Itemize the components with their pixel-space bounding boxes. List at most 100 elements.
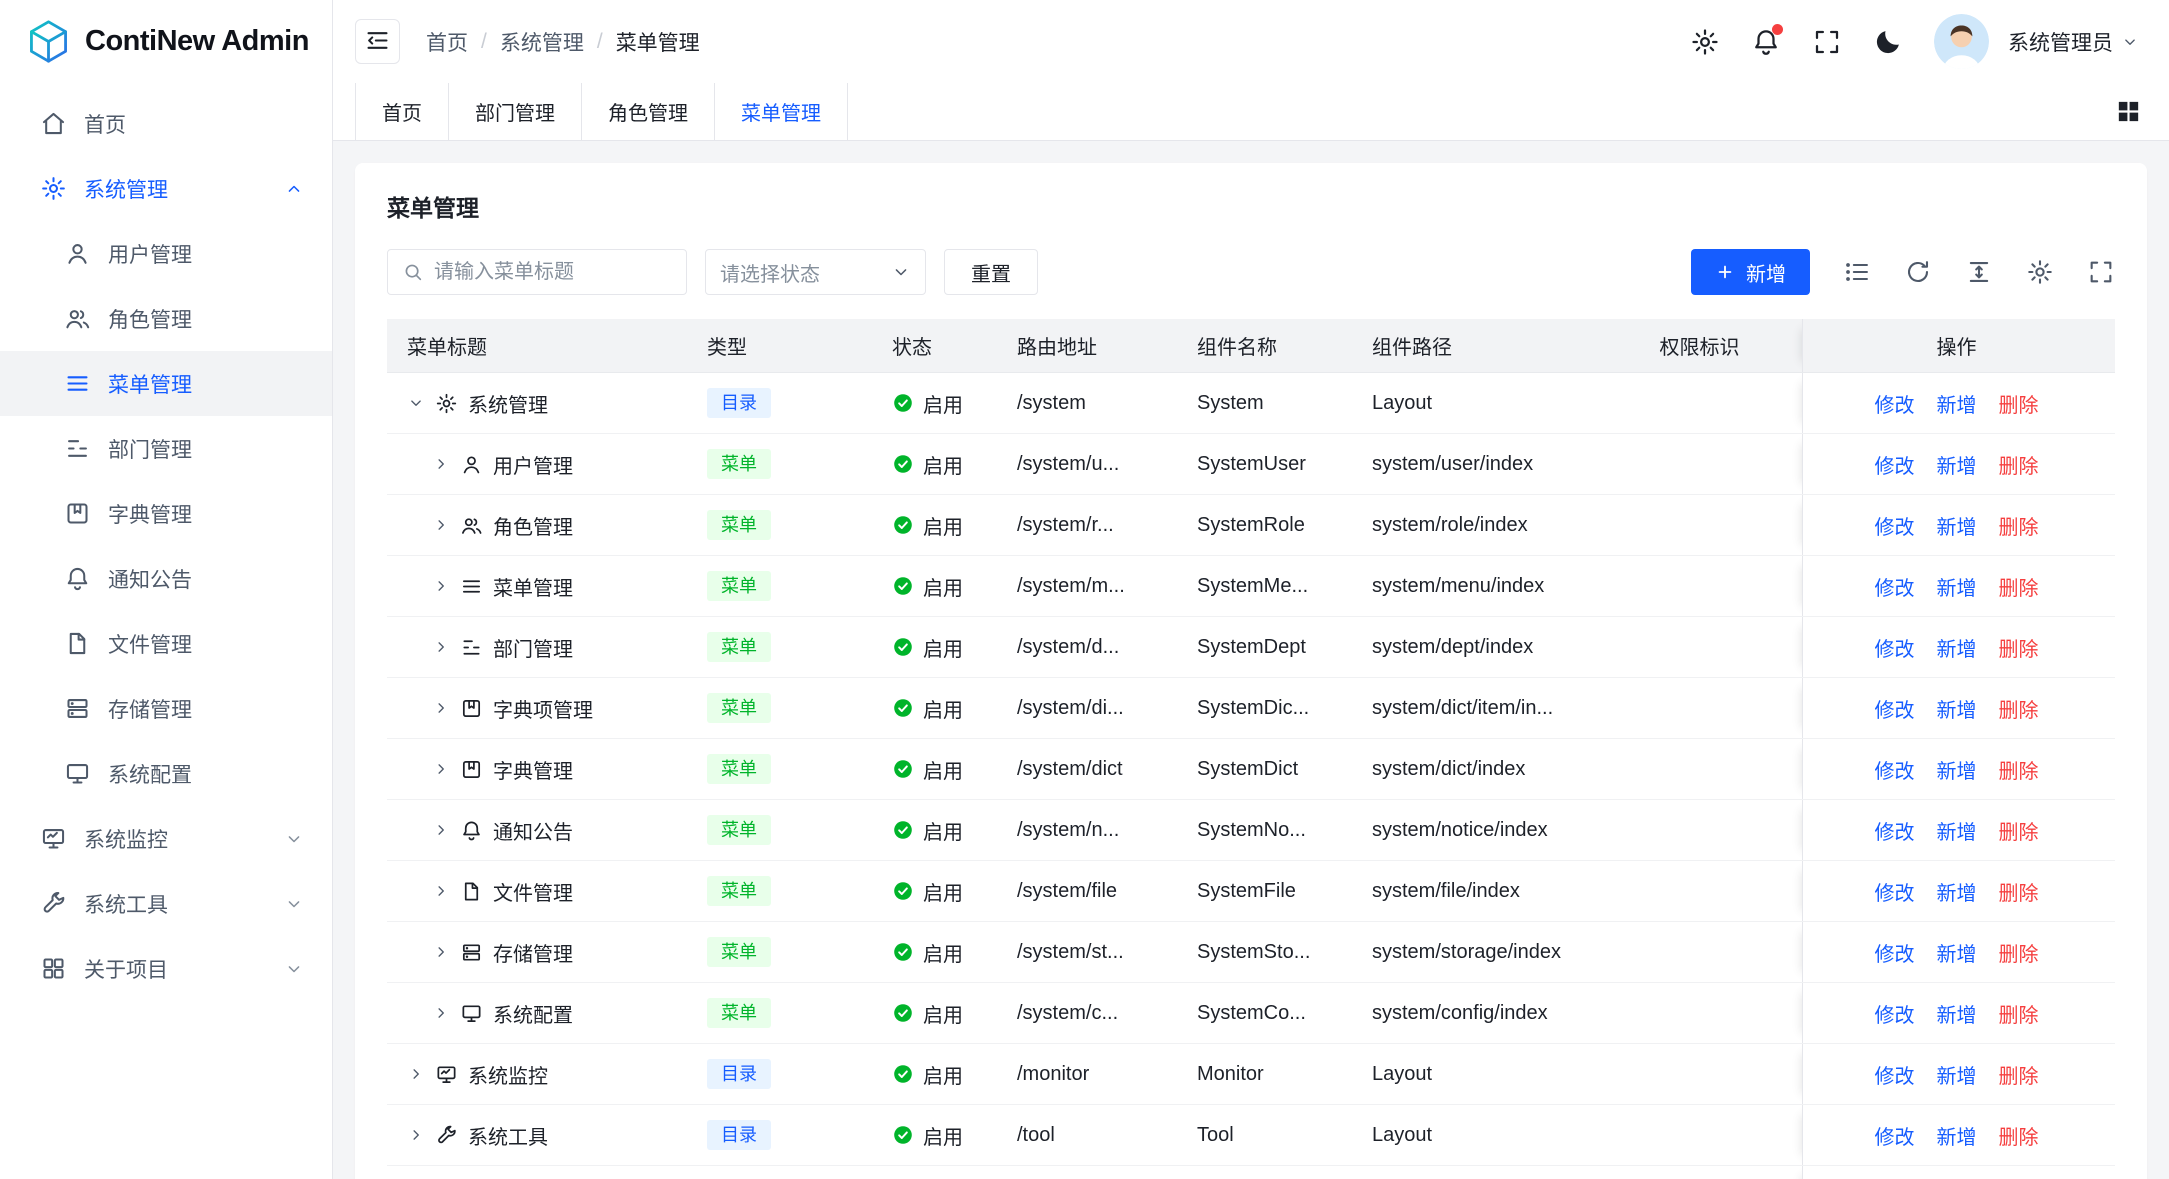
cell-component: SystemDict — [1177, 739, 1352, 799]
cell-type: 菜单 — [687, 617, 872, 677]
row-action-delete[interactable]: 删除 — [1999, 633, 2039, 662]
sidebar-item-file[interactable]: 文件管理 — [0, 611, 332, 676]
row-action-edit[interactable]: 修改 — [1875, 999, 1915, 1028]
row-action-edit[interactable]: 修改 — [1875, 938, 1915, 967]
row-action-edit[interactable]: 修改 — [1875, 511, 1915, 540]
row-action-edit[interactable]: 修改 — [1875, 1060, 1915, 1089]
row-action-edit[interactable]: 修改 — [1875, 877, 1915, 906]
row-action-add[interactable]: 新增 — [1937, 1060, 1977, 1089]
fullscreen-button[interactable] — [2087, 258, 2115, 286]
chevron-right-icon[interactable] — [432, 699, 450, 717]
chevron-right-icon[interactable] — [432, 1004, 450, 1022]
row-action-add[interactable]: 新增 — [1937, 694, 1977, 723]
table-row: 系统工具目录启用/toolToolLayout修改新增删除 — [387, 1105, 2115, 1166]
tab-menu[interactable]: 菜单管理 — [715, 83, 848, 140]
row-action-edit[interactable]: 修改 — [1875, 816, 1915, 845]
add-button[interactable]: 新增 — [1691, 249, 1810, 295]
chevron-right-icon[interactable] — [432, 943, 450, 961]
sidebar-item-notice[interactable]: 通知公告 — [0, 546, 332, 611]
chevron-right-icon[interactable] — [432, 882, 450, 900]
row-action-delete[interactable]: 删除 — [1999, 1060, 2039, 1089]
breadcrumb-item[interactable]: 系统管理 — [500, 27, 584, 57]
row-action-add[interactable]: 新增 — [1937, 1121, 1977, 1150]
row-action-delete[interactable]: 删除 — [1999, 755, 2039, 784]
row-action-edit[interactable]: 修改 — [1875, 389, 1915, 418]
row-action-add[interactable]: 新增 — [1937, 511, 1977, 540]
row-action-edit[interactable]: 修改 — [1875, 755, 1915, 784]
list-view-button[interactable] — [1843, 258, 1871, 286]
row-action-delete[interactable]: 删除 — [1999, 1121, 2039, 1150]
sidebar-item-user[interactable]: 用户管理 — [0, 221, 332, 286]
breadcrumb: 首页/系统管理/菜单管理 — [426, 27, 700, 57]
row-action-edit[interactable]: 修改 — [1875, 633, 1915, 662]
status-select[interactable]: 请选择状态 — [705, 249, 926, 295]
refresh-button[interactable] — [1904, 258, 1932, 286]
sidebar-collapse-button[interactable] — [355, 19, 400, 64]
row-action-delete[interactable]: 删除 — [1999, 450, 2039, 479]
theme-button[interactable] — [1873, 27, 1903, 57]
tab-home[interactable]: 首页 — [355, 83, 449, 140]
row-action-edit[interactable]: 修改 — [1875, 1121, 1915, 1150]
fullscreen-button[interactable] — [1812, 27, 1842, 57]
settings-button[interactable] — [1690, 27, 1720, 57]
layout-grid-button[interactable] — [2114, 97, 2143, 126]
chevron-right-icon[interactable] — [432, 821, 450, 839]
row-action-add[interactable]: 新增 — [1937, 389, 1977, 418]
row-action-delete[interactable]: 删除 — [1999, 877, 2039, 906]
user-menu[interactable]: 系统管理员 — [2008, 27, 2139, 57]
chevron-right-icon[interactable] — [432, 760, 450, 778]
tab-role[interactable]: 角色管理 — [582, 83, 715, 140]
menu-title-search-input[interactable] — [434, 261, 672, 284]
monitor-icon — [40, 825, 67, 852]
chevron-right-icon[interactable] — [432, 455, 450, 473]
sidebar-item-menu[interactable]: 菜单管理 — [0, 351, 332, 416]
breadcrumb-item[interactable]: 首页 — [426, 27, 468, 57]
tab-dept[interactable]: 部门管理 — [449, 83, 582, 140]
notifications-button[interactable] — [1751, 27, 1781, 57]
row-action-edit[interactable]: 修改 — [1875, 694, 1915, 723]
row-action-edit[interactable]: 修改 — [1875, 450, 1915, 479]
logo-row[interactable]: ContiNew Admin — [0, 0, 332, 83]
chevron-right-icon[interactable] — [432, 516, 450, 534]
chevron-down-icon[interactable] — [407, 394, 425, 412]
row-action-add[interactable]: 新增 — [1937, 755, 1977, 784]
row-action-add[interactable]: 新增 — [1937, 633, 1977, 662]
sidebar-item-about[interactable]: 关于项目 — [0, 936, 332, 1001]
cell-type: 目录 — [687, 1105, 872, 1165]
cell-path: system/dict/item/in... — [1352, 678, 1597, 738]
sidebar-item-dept[interactable]: 部门管理 — [0, 416, 332, 481]
sidebar-item-tool[interactable]: 系统工具 — [0, 871, 332, 936]
row-height-button[interactable] — [1965, 258, 1993, 286]
sidebar-item-role[interactable]: 角色管理 — [0, 286, 332, 351]
cell-route: /system/n... — [997, 800, 1177, 860]
breadcrumb-item[interactable]: 菜单管理 — [616, 27, 700, 57]
gear-icon — [435, 392, 458, 415]
row-action-delete[interactable]: 删除 — [1999, 694, 2039, 723]
reset-button[interactable]: 重置 — [944, 249, 1038, 295]
row-action-delete[interactable]: 删除 — [1999, 511, 2039, 540]
row-action-delete[interactable]: 删除 — [1999, 999, 2039, 1028]
chevron-right-icon[interactable] — [432, 577, 450, 595]
row-action-delete[interactable]: 删除 — [1999, 572, 2039, 601]
row-action-add[interactable]: 新增 — [1937, 816, 1977, 845]
row-action-delete[interactable]: 删除 — [1999, 938, 2039, 967]
row-action-add[interactable]: 新增 — [1937, 450, 1977, 479]
row-action-add[interactable]: 新增 — [1937, 938, 1977, 967]
sidebar-item-system[interactable]: 系统管理 — [0, 156, 332, 221]
sidebar-item-storage[interactable]: 存储管理 — [0, 676, 332, 741]
sidebar-item-dict[interactable]: 字典管理 — [0, 481, 332, 546]
sidebar-item-config[interactable]: 系统配置 — [0, 741, 332, 806]
row-action-add[interactable]: 新增 — [1937, 877, 1977, 906]
column-settings-button[interactable] — [2026, 258, 2054, 286]
chevron-right-icon[interactable] — [432, 638, 450, 656]
row-action-add[interactable]: 新增 — [1937, 572, 1977, 601]
row-action-add[interactable]: 新增 — [1937, 999, 1977, 1028]
row-action-delete[interactable]: 删除 — [1999, 816, 2039, 845]
chevron-right-icon[interactable] — [407, 1126, 425, 1144]
row-action-delete[interactable]: 删除 — [1999, 389, 2039, 418]
sidebar-item-home[interactable]: 首页 — [0, 91, 332, 156]
row-action-edit[interactable]: 修改 — [1875, 572, 1915, 601]
avatar[interactable] — [1934, 14, 1989, 69]
sidebar-item-monitor[interactable]: 系统监控 — [0, 806, 332, 871]
chevron-right-icon[interactable] — [407, 1065, 425, 1083]
